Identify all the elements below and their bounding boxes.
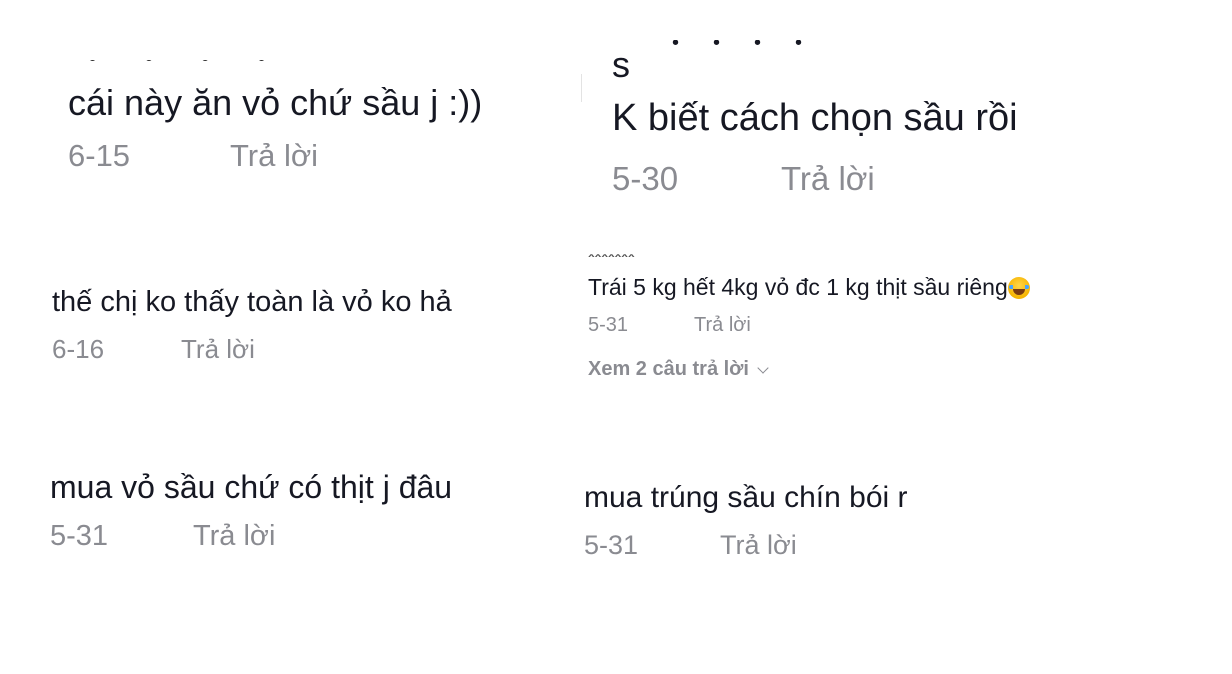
username-cropped: • • • •• [88,60,288,68]
chevron-down-icon [757,362,769,374]
comment-meta: 5-31 Trả lời [50,520,540,556]
username-cropped: ꞈꞈꞈꞈꞈꞈꞈ [588,246,635,258]
comment-date: 5-31 [50,520,109,552]
comment-item: ꞈꞈꞈꞈꞈꞈꞈ Trái 5 kg hết 4kg vỏ đc 1 kg thị… [588,246,1148,386]
reply-button[interactable]: Trả lời [193,520,275,553]
comment-meta: 5-31 Trả lời [584,530,1064,564]
comment-item: • • • •• cái này ăn vỏ chứ sầu j :)) 6-1… [68,60,538,190]
face-with-tears-of-joy-icon [1007,277,1030,299]
view-replies-button[interactable]: Xem 2 câu trả lời [588,358,769,381]
comment-item: mua trúng sầu chín bói r 5-31 Trả lời [584,478,1064,578]
comment-meta: 6-15 Trả lời [68,138,538,178]
reply-button[interactable]: Trả lời [720,530,797,561]
comment-item: s •••• K biết cách chọn sầu rồi 5-30 Trả… [612,40,1172,200]
comment-text: Trái 5 kg hết 4kg vỏ đc 1 kg thịt sầu ri… [588,272,1030,302]
comment-meta: 5-30 Trả lời [612,160,1012,200]
username-cropped: s •••• [612,40,837,80]
comment-item: mua vỏ sầu chứ có thịt j đâu 5-31 Trả lờ… [50,466,540,566]
comment-text: thế chị ko thấy toàn là vỏ ko hả [52,286,452,318]
comment-date: 6-15 [68,138,131,173]
image-edge-divider [581,74,582,102]
comment-item: thế chị ko thấy toàn là vỏ ko hả 6-16 Tr… [52,282,532,372]
reply-button[interactable]: Trả lời [694,314,751,337]
comment-meta: 6-16 Trả lời [52,334,532,368]
reply-button[interactable]: Trả lời [181,334,255,365]
comment-date: 5-31 [588,314,629,336]
comment-text: mua trúng sầu chín bói r [584,481,908,514]
reply-button[interactable]: Trả lời [781,160,875,198]
comment-date: 5-30 [612,160,679,197]
comment-meta: 5-31 Trả lời [588,314,888,342]
comment-date: 6-16 [52,334,105,364]
comment-date: 5-31 [584,530,639,560]
view-replies-label: Xem 2 câu trả lời [588,358,749,380]
comment-text: mua vỏ sầu chứ có thịt j đâu [50,469,453,505]
comment-text: cái này ăn vỏ chứ sầu j :)) [68,82,483,123]
comment-text: K biết cách chọn sầu rồi [612,97,1018,139]
reply-button[interactable]: Trả lời [230,138,318,174]
